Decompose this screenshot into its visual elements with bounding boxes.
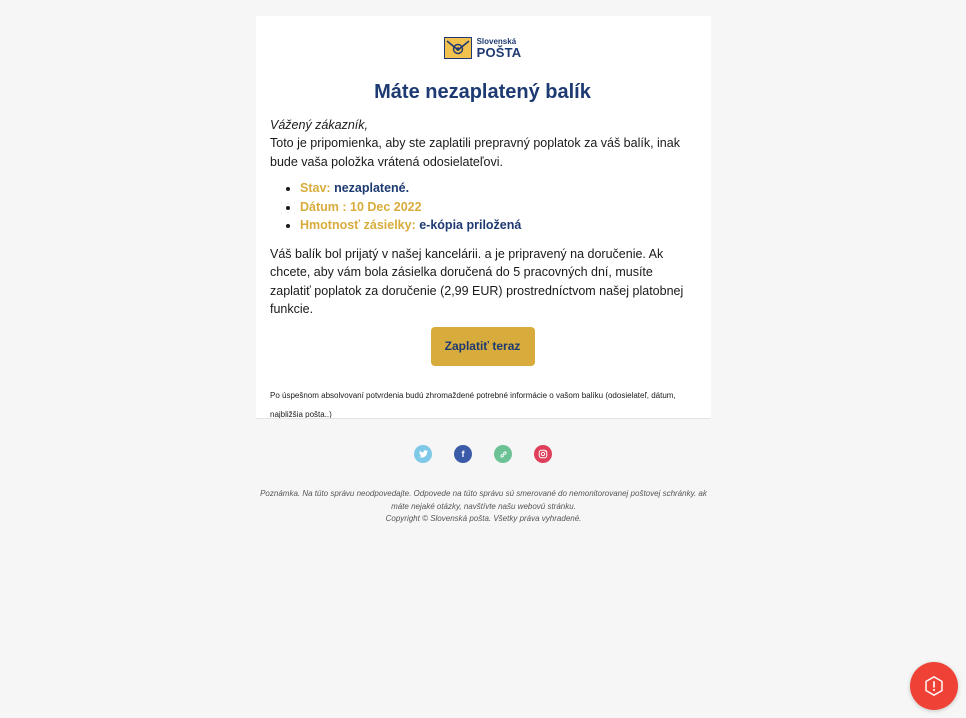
posthorn-logo-icon [443, 37, 472, 59]
footer-disclaimer: Poznámka. Na túto správu neodpovedajte. … [260, 489, 707, 511]
alert-octagon-icon [925, 675, 943, 697]
page-title: Máte nezaplatený balík [374, 81, 591, 103]
greeting: Vážený zákazník, [270, 118, 368, 132]
intro-text: Toto je pripomienka, aby ste zaplatili p… [270, 136, 680, 169]
detail-label: Dátum : 10 Dec 2022 [300, 199, 422, 214]
detail-label: Hmotnosť zásielky: [300, 218, 416, 232]
twitter-icon[interactable] [414, 445, 432, 463]
link-icon[interactable] [494, 445, 512, 463]
detail-date: Dátum : 10 Dec 2022 [300, 198, 695, 217]
divider [256, 418, 711, 419]
detail-value: e-kópia priložená [419, 218, 522, 232]
social-links: f [0, 445, 966, 463]
facebook-icon[interactable]: f [454, 445, 472, 463]
logo-line2: POŠTA [476, 44, 522, 60]
body-text: Váš balík bol prijatý v našej kancelárii… [270, 246, 684, 317]
report-alert-button[interactable] [910, 662, 958, 710]
details-list: Stav: nezaplatené. Dátum : 10 Dec 2022 H… [270, 179, 695, 235]
footer-copyright: Copyright © Slovenská pošta. Všetky práv… [385, 514, 582, 523]
email-card: Slovenská POŠTA Máte nezaplatený balík V… [256, 16, 711, 419]
detail-status: Stav: nezaplatené. [300, 179, 695, 198]
detail-value: nezaplatené. [334, 181, 410, 195]
footer: Poznámka. Na túto správu neodpovedajte. … [256, 488, 711, 526]
detail-weight: Hmotnosť zásielky: e-kópia priložená [300, 216, 695, 235]
instagram-icon[interactable] [534, 445, 552, 463]
slovenska-posta-logo: Slovenská POŠTA [270, 36, 695, 60]
detail-label: Stav: [300, 181, 331, 195]
pay-now-button[interactable]: Zaplatiť teraz [430, 326, 535, 366]
